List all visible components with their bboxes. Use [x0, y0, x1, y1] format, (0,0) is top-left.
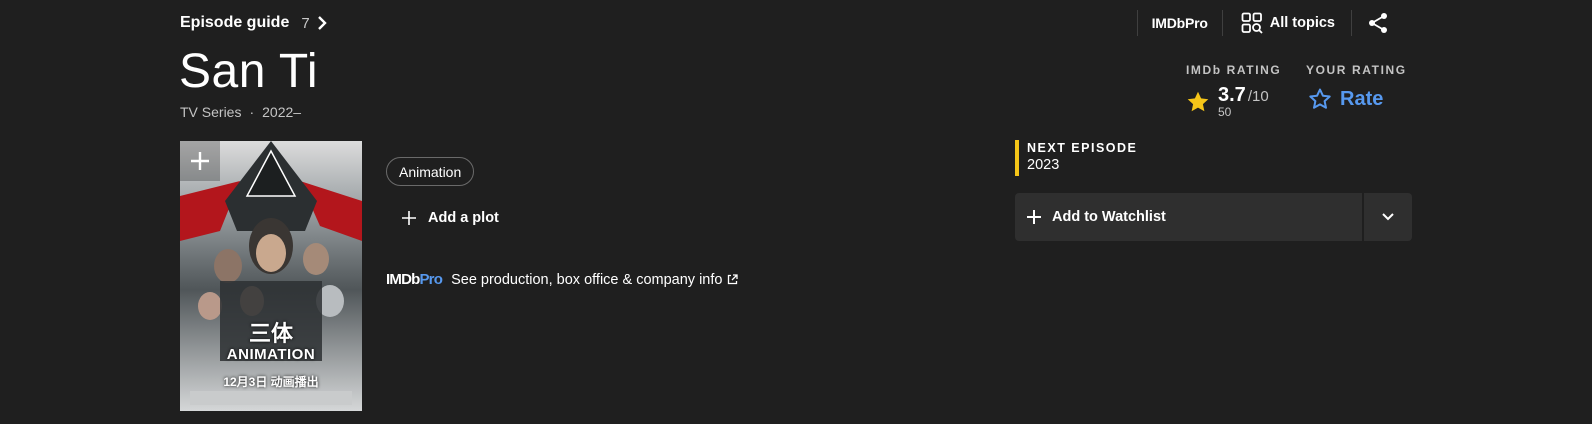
poster[interactable]: 三体 ANIMATION 12月3日 动画播出 [180, 141, 362, 411]
imdbpro-promo-text: See production, box office & company inf… [451, 271, 723, 288]
rate-button[interactable]: Rate [1308, 87, 1407, 111]
topics-grid-icon [1241, 12, 1263, 34]
title-metadata: TV Series · 2022– [180, 104, 301, 120]
poster-title-en: ANIMATION [226, 346, 316, 363]
plus-icon [1027, 210, 1041, 224]
imdbpro-logo: IMDbPro [386, 271, 443, 288]
imdbpro-promo-link[interactable]: IMDbPro See production, box office & com… [386, 271, 739, 288]
add-to-watchlist-ribbon[interactable] [180, 141, 220, 181]
external-link-icon [728, 274, 739, 285]
chevron-down-icon [1382, 213, 1394, 221]
next-episode: NEXT EPISODE 2023 [1015, 140, 1137, 176]
top-utility-bar: IMDbPro All topics [1136, 8, 1390, 38]
title-type: TV Series [180, 104, 242, 120]
episode-guide-link[interactable]: Episode guide 7 [180, 12, 328, 34]
separator: · [249, 104, 255, 120]
all-topics-label: All topics [1269, 15, 1335, 31]
poster-artwork [180, 141, 362, 411]
poster-date: 12月3日 动画播出 [223, 375, 319, 389]
rating-value: 3.7 [1218, 84, 1246, 106]
star-filled-icon [1187, 91, 1209, 111]
rating-max: /10 [1247, 88, 1269, 105]
add-plot-button[interactable]: Add a plot [402, 210, 499, 226]
release-years[interactable]: 2022– [262, 104, 301, 120]
plus-icon [402, 211, 416, 225]
page-title: San Ti [179, 45, 319, 98]
episode-count: 7 [301, 14, 310, 32]
share-button[interactable] [1352, 12, 1390, 34]
add-to-watchlist-button[interactable]: Add to Watchlist [1015, 193, 1362, 241]
watchlist-control: Add to Watchlist [1015, 193, 1412, 241]
rate-label: Rate [1340, 87, 1384, 110]
your-rating-header: YOUR RATING [1306, 63, 1407, 77]
all-topics-button[interactable]: All topics [1223, 12, 1351, 34]
star-outline-icon [1309, 88, 1331, 109]
watchlist-dropdown-button[interactable] [1364, 193, 1412, 241]
your-rating: YOUR RATING Rate [1306, 63, 1407, 111]
share-icon [1369, 13, 1387, 33]
add-plot-label: Add a plot [428, 210, 499, 226]
imdb-rating[interactable]: IMDb RATING 3.7 /10 50 [1186, 63, 1281, 119]
add-to-watchlist-label: Add to Watchlist [1052, 209, 1166, 225]
genre-chip-animation[interactable]: Animation [386, 157, 475, 186]
episode-guide-label: Episode guide [180, 14, 290, 31]
imdb-rating-row: 3.7 /10 50 [1186, 84, 1281, 119]
next-episode-value: 2023 [1027, 157, 1060, 173]
imdb-rating-header: IMDb RATING [1186, 63, 1282, 77]
rating-count: 50 [1218, 105, 1232, 119]
plus-icon [191, 152, 209, 170]
chevron-right-icon [317, 16, 327, 30]
poster-title-cn: 三体 [248, 321, 293, 346]
imdbpro-link[interactable]: IMDbPro [1138, 15, 1222, 31]
next-episode-label: NEXT EPISODE [1027, 141, 1138, 155]
